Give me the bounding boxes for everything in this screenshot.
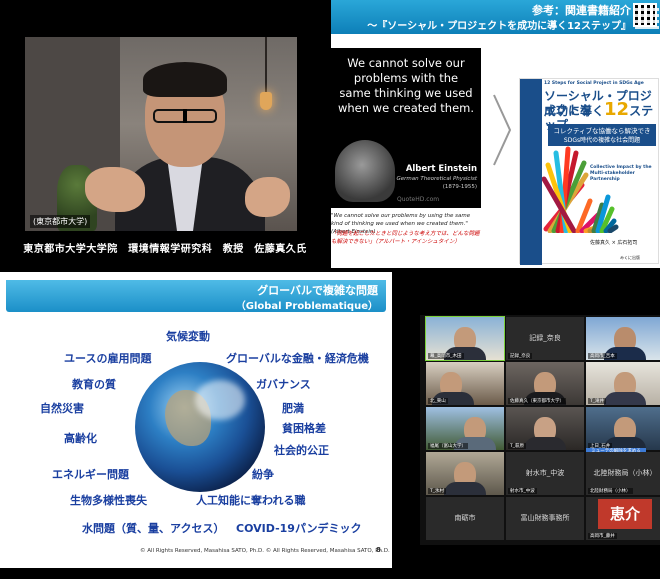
speaker-hair bbox=[143, 62, 227, 97]
quote-author-title: German Theoretical Physicist bbox=[396, 176, 478, 182]
book-slide-heading: 参考：関連書籍紹介 bbox=[532, 4, 631, 17]
participant-tile[interactable]: 佐藤真久（東京都市大学） bbox=[506, 362, 584, 405]
speaker-hand-left bbox=[85, 167, 145, 212]
book-cover: 12 Steps for Social Project in SDGs Age … bbox=[519, 78, 659, 265]
term-education: 教育の質 bbox=[72, 378, 116, 391]
quote-author-years: (1879-1955) bbox=[442, 184, 477, 190]
participant-name: 福尾（富山大学） bbox=[428, 443, 468, 449]
book-color-rays-graphic bbox=[542, 146, 619, 233]
quote-main-text: We cannot solve our problems with the sa… bbox=[337, 56, 475, 115]
video-name-tag: (東京都市大学) bbox=[30, 215, 91, 228]
participant-tile[interactable]: 北_東山 bbox=[426, 362, 504, 405]
term-poverty: 貧困格差 bbox=[282, 422, 326, 435]
participant-tile[interactable]: 記録_奈良 記録_奈良 bbox=[506, 317, 584, 360]
term-climate: 気候変動 bbox=[166, 330, 210, 343]
term-water: 水問題（質、量、アクセス） bbox=[82, 522, 225, 535]
quote-japanese-caption: 「問題を起こしたときと同じような考え方では、どんな問題も解決できない」（アルバー… bbox=[331, 231, 480, 245]
book-subtitle-2: SDGs時代の複雑な社会問題 bbox=[548, 134, 656, 145]
term-ai-jobs: 人工知能に奪われる職 bbox=[196, 494, 306, 507]
participant-name: T_滝井 bbox=[588, 398, 606, 404]
qr-code-icon bbox=[633, 3, 659, 29]
participant-tile[interactable]: 南砺市 bbox=[426, 497, 504, 540]
slide-content: グローバルで複雑な問題 （Global Problematique） 気候変動 … bbox=[0, 272, 392, 568]
chevron-right-icon bbox=[493, 94, 512, 166]
participant-name: T_萩原 bbox=[508, 443, 526, 449]
participant-name: 佐藤真久（東京都市大学） bbox=[508, 398, 566, 404]
participant-tile[interactable]: 北陸財務局（小林） 北陸財務局（小林） bbox=[586, 452, 660, 495]
slide-header: グローバルで複雑な問題 （Global Problematique） bbox=[6, 280, 386, 312]
participant-tile[interactable]: 幕_高岡市_木田 bbox=[425, 316, 505, 361]
einstein-quote-card: We cannot solve our problems with the sa… bbox=[331, 48, 481, 208]
participant-name: 高岡市_藤井 bbox=[588, 533, 617, 539]
earth-globe-image bbox=[135, 362, 265, 492]
quote-author: Albert Einstein bbox=[405, 164, 477, 174]
term-obesity: 肥満 bbox=[282, 402, 304, 415]
participant-placeholder-name: 富山財務事務所 bbox=[520, 514, 570, 522]
book-slide-header: 参考：関連書籍紹介 ～『ソーシャル・プロジェクトを成功に導く12ステップ』 bbox=[331, 0, 660, 34]
participant-name: 射水市_中波 bbox=[508, 488, 537, 494]
term-conflict: 紛争 bbox=[252, 468, 274, 481]
term-energy: エネルギー問題 bbox=[52, 468, 129, 481]
book-slide-panel: 参考：関連書籍紹介 ～『ソーシャル・プロジェクトを成功に導く12ステップ』 We… bbox=[331, 0, 660, 268]
einstein-portrait bbox=[335, 140, 395, 202]
speaker-video-panel: (東京都市大学) 東京都市大学大学院 環境情報学研究科 教授 佐藤真久氏 bbox=[0, 0, 330, 268]
participant-tile[interactable]: 射水市_中波 射水市_中波 bbox=[506, 452, 584, 495]
participant-tile[interactable]: T_萩原 bbox=[506, 407, 584, 450]
term-biodiversity: 生物多様性喪失 bbox=[70, 494, 147, 507]
book-title-number: 12 bbox=[604, 99, 630, 120]
participant-name: 北_東山 bbox=[428, 398, 448, 404]
participant-avatar-name: 恵介 bbox=[609, 505, 640, 523]
slide-title: グローバルで複雑な問題 bbox=[257, 284, 378, 297]
participant-name: 北陸財務局（小林） bbox=[588, 488, 633, 494]
book-title-pre: 成功に導く bbox=[544, 104, 605, 118]
participant-tile[interactable]: 高岡市_吉本 bbox=[586, 317, 660, 360]
quote-watermark: QuoteHD.com bbox=[397, 196, 440, 203]
global-problematique-slide: グローバルで複雑な問題 （Global Problematique） 気候変動 … bbox=[0, 272, 392, 568]
term-justice: 社会的公正 bbox=[274, 444, 329, 457]
participant-placeholder-name: 南砺市 bbox=[454, 514, 476, 522]
term-governance: ガバナンス bbox=[256, 378, 311, 391]
participant-tile[interactable]: 富山財務事務所 bbox=[506, 497, 584, 540]
term-aging: 高齢化 bbox=[64, 432, 97, 445]
term-covid: COVID-19パンデミック bbox=[236, 522, 362, 535]
speaker-video bbox=[25, 37, 297, 231]
term-finance: グローバルな金融・経済危機 bbox=[226, 352, 369, 365]
term-youth: ユースの雇用問題 bbox=[64, 352, 152, 365]
term-disaster: 自然災害 bbox=[40, 402, 84, 415]
participant-name: 記録_奈良 bbox=[508, 353, 533, 359]
lamp-cord bbox=[265, 37, 267, 92]
participant-tile[interactable]: 上日_石井 bbox=[586, 407, 660, 450]
participant-tile[interactable]: T_氷村 bbox=[426, 452, 504, 495]
participant-gallery: 幕_高岡市_木田 記録_奈良 記録_奈良 高岡市_吉本 北_東山 佐藤真久（東京… bbox=[420, 315, 660, 545]
participant-tile[interactable]: 恵介 高岡市_藤井 bbox=[586, 497, 660, 540]
book-authors: 佐藤真久 × 広石拓司 bbox=[590, 240, 638, 246]
participant-name: 高岡市_吉本 bbox=[588, 353, 617, 359]
book-top-label: 12 Steps for Social Project in SDGs Age bbox=[544, 81, 644, 86]
participant-tile[interactable]: 福尾（富山大学） bbox=[426, 407, 504, 450]
book-spine bbox=[520, 79, 542, 265]
participant-placeholder-name: 射水市_中波 bbox=[525, 469, 565, 477]
slide-subtitle: （Global Problematique） bbox=[235, 301, 378, 312]
speaker-person bbox=[85, 57, 290, 231]
participant-tile[interactable]: T_滝井 bbox=[586, 362, 660, 405]
book-slide-subheading: ～『ソーシャル・プロジェクトを成功に導く12ステップ』 bbox=[367, 21, 631, 32]
speaker-hand-right bbox=[245, 177, 290, 217]
book-collab-text: Collective Impact by the Multi-stakehold… bbox=[590, 165, 652, 182]
speaker-caption: 東京都市大学大学院 環境情報学研究科 教授 佐藤真久氏 bbox=[23, 244, 307, 255]
slide-copyright: © All Rights Reserved, Masahisa SATO, Ph… bbox=[140, 548, 390, 554]
participant-placeholder-name: 記録_奈良 bbox=[529, 334, 561, 342]
speaker-glasses bbox=[153, 109, 217, 123]
book-publisher: みくに出版 bbox=[620, 255, 640, 260]
participant-name: T_氷村 bbox=[428, 488, 446, 494]
participant-placeholder-name: 北陸財務局（小林） bbox=[593, 469, 657, 477]
slide-page-number: 8 bbox=[376, 546, 381, 554]
participant-name: 幕_高岡市_木田 bbox=[428, 353, 464, 359]
